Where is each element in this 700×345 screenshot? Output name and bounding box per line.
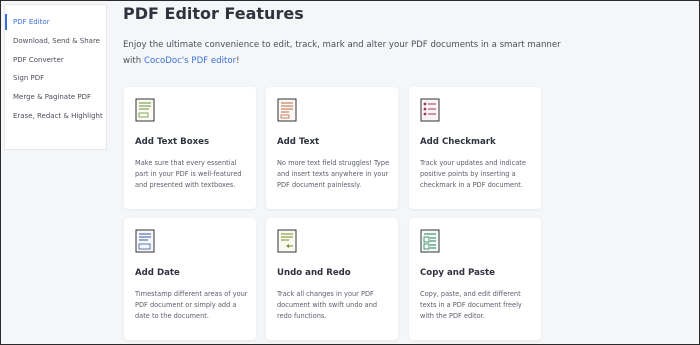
sidebar-item-pdf-converter[interactable]: PDF Converter [5,52,108,68]
card-description: Track your updates and indicate positive… [420,159,526,189]
card-title: Copy and Paste [420,268,495,278]
card-description: No more text field struggles! Type and i… [277,159,390,189]
sidebar-item-download-send-share[interactable]: Download, Send & Share [5,33,108,49]
text-box-document-icon [135,98,155,122]
feature-card-add-checkmark[interactable]: Add Checkmark Track your updates and ind… [409,87,541,209]
card-title: Add Checkmark [420,137,496,147]
sidebar-item-erase-redact-highlight[interactable]: Erase, Redact & Highlight [5,108,108,124]
feature-card-add-date[interactable]: Add Date Timestamp different areas of yo… [124,218,256,340]
card-title: Undo and Redo [277,268,351,278]
card-title: Add Date [135,268,180,278]
card-description: Timestamp different areas of your PDF do… [135,290,248,320]
sidebar-item-merge-paginate[interactable]: Merge & Paginate PDF [5,89,108,105]
date-document-icon [135,229,155,253]
feature-card-add-text-boxes[interactable]: Add Text Boxes Make sure that every esse… [124,87,256,209]
card-title: Add Text Boxes [135,137,210,147]
card-description: Copy, paste, and edit different texts in… [420,290,522,320]
intro-end: ! [236,56,240,66]
copy-paste-document-icon [420,229,440,253]
sidebar-item-pdf-editor[interactable]: PDF Editor [5,14,108,30]
text-document-icon [277,98,297,122]
sidebar-item-sign-pdf[interactable]: Sign PDF [5,70,108,86]
card-title: Add Text [277,137,320,147]
card-description: Track all changes in your PDF document w… [277,290,378,320]
card-description: Make sure that every essential part in y… [135,159,242,189]
intro-paragraph: Enjoy the ultimate convenience to edit, … [123,37,563,69]
feature-card-copy-paste[interactable]: Copy and Paste Copy, paste, and edit dif… [409,218,541,340]
cocodoc-editor-link[interactable]: CocoDoc's PDF editor [144,56,236,66]
feature-card-undo-redo[interactable]: Undo and Redo Track all changes in your … [266,218,398,340]
checkmark-document-icon [420,98,440,122]
feature-card-add-text[interactable]: Add Text No more text field struggles! T… [266,87,398,209]
undo-redo-document-icon [277,229,297,253]
sidebar-nav: PDF Editor Download, Send & Share PDF Co… [4,4,107,150]
page-title: PDF Editor Features [123,4,304,23]
